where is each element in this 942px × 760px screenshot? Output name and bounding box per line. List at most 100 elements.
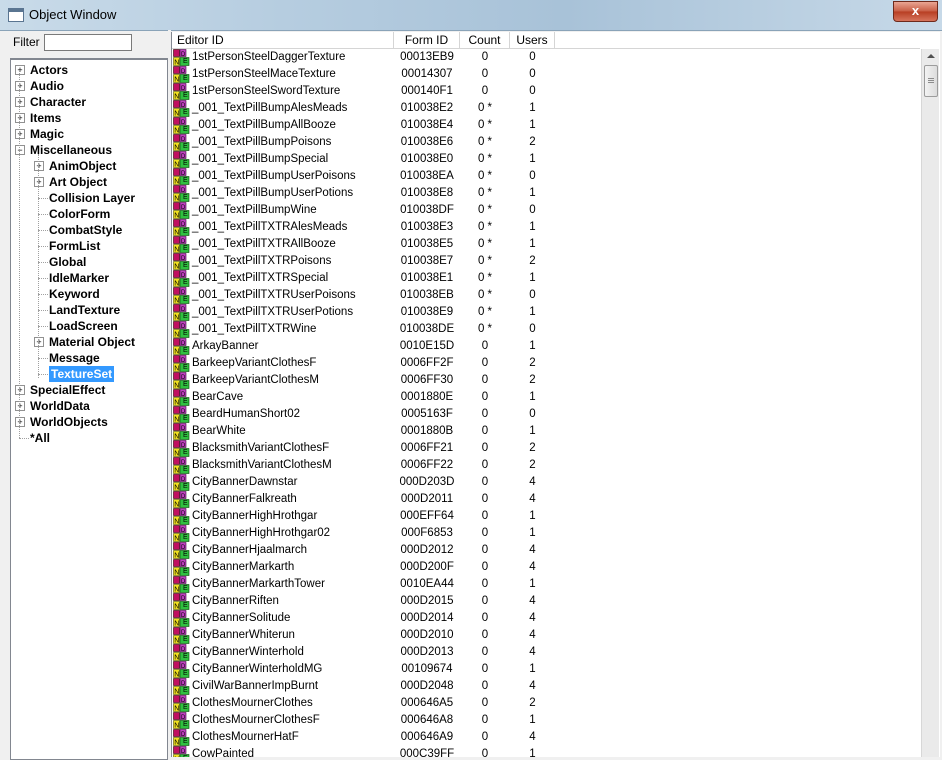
column-header-count[interactable]: Count xyxy=(460,32,510,48)
expand-icon[interactable]: + xyxy=(15,81,25,91)
svg-text:D: D xyxy=(181,409,186,415)
count-cell: 0 xyxy=(481,748,489,757)
users-cell: 4 xyxy=(529,544,536,556)
table-row[interactable]: N E D _001_TextPillBumpPoisons 010038E6 0 * 2 xyxy=(172,134,920,151)
category-tree[interactable]: + Actors + Audio + Character + Items + Magic − Misc… xyxy=(10,58,168,760)
table-row[interactable]: N E D _001_TextPillTXTRUserPoisons 010038EB 0… xyxy=(172,287,920,304)
texture-set-icon: N ED xyxy=(173,627,190,644)
users-cell: 2 xyxy=(529,442,536,454)
count-cell: 0 xyxy=(481,340,489,352)
count-cell: 0 xyxy=(481,510,489,522)
table-row[interactable]: N E D BeardHumanShort02 0005163F 0 0 xyxy=(172,406,920,423)
expand-icon[interactable]: + xyxy=(15,385,25,395)
expand-icon[interactable]: + xyxy=(15,129,25,139)
table-row[interactable]: N E D _001_TextPillTXTRAllBooze 010038E5 0 * 1 xyxy=(172,236,920,253)
collapse-icon[interactable]: − xyxy=(15,145,25,155)
tree-connector xyxy=(38,246,48,247)
table-row[interactable]: N E D CityBannerMarkarthTower 0010EA44 0 1 xyxy=(172,576,920,593)
expand-icon[interactable]: + xyxy=(34,337,44,347)
tree-connector xyxy=(38,230,48,231)
table-row[interactable]: N E D ClothesMournerHatF 000646A9 0 4 xyxy=(172,729,920,746)
table-row[interactable]: N E D _001_TextPillTXTRAlesMeads 010038E3 0 *… xyxy=(172,219,920,236)
svg-text:D: D xyxy=(181,545,186,551)
expand-icon[interactable]: + xyxy=(34,177,44,187)
table-row[interactable]: N E D BlacksmithVariantClothesM 0006FF22 0 2 xyxy=(172,457,920,474)
filter-input[interactable] xyxy=(44,34,132,51)
expand-icon[interactable]: + xyxy=(15,65,25,75)
table-row[interactable]: N E D ArkayBanner 0010E15D 0 1 xyxy=(172,338,920,355)
scroll-up-arrow-icon[interactable] xyxy=(927,54,935,58)
table-row[interactable]: N E D _001_TextPillBumpAlesMeads 010038E2 0 *… xyxy=(172,100,920,117)
svg-text:D: D xyxy=(181,630,186,636)
table-row[interactable]: N E D CityBannerWinterhold 000D2013 0 4 xyxy=(172,644,920,661)
users-cell: 1 xyxy=(529,238,536,250)
users-cell: 4 xyxy=(529,629,536,641)
expand-icon[interactable]: + xyxy=(15,401,25,411)
count-cell: 0 xyxy=(481,425,489,437)
count-cell: 0 xyxy=(481,561,489,573)
table-row[interactable]: N E D _001_TextPillTXTRSpecial 010038E1 0 * 1 xyxy=(172,270,920,287)
expand-icon[interactable]: + xyxy=(15,417,25,427)
table-row[interactable]: N E D CityBannerWinterholdMG 00109674 0 1 xyxy=(172,661,920,678)
svg-text:D: D xyxy=(181,103,186,109)
table-row[interactable]: N E D 1stPersonSteelSwordTexture 000140F1 0 0 xyxy=(172,83,920,100)
users-cell: 1 xyxy=(529,306,536,318)
table-row[interactable]: N E D CityBannerWhiterun 000D2010 0 4 xyxy=(172,627,920,644)
tree-item-label: IdleMarker xyxy=(49,271,110,285)
table-row[interactable]: N E D 1stPersonSteelDaggerTexture 00013EB9 0 0 xyxy=(172,49,920,66)
texture-set-icon: N ED xyxy=(173,151,190,168)
count-cell: 0 xyxy=(481,357,489,369)
table-row[interactable]: N E D _001_TextPillBumpUserPoisons 010038EA 0… xyxy=(172,168,920,185)
table-row[interactable]: N E D CityBannerFalkreath 000D2011 0 4 xyxy=(172,491,920,508)
tree-item-label: Collision Layer xyxy=(49,191,136,205)
vertical-scrollbar[interactable] xyxy=(921,49,939,757)
close-button[interactable]: x xyxy=(893,1,938,22)
count-cell: 0 * xyxy=(477,119,493,131)
svg-text:D: D xyxy=(181,647,186,653)
table-row[interactable]: N E D CivilWarBannerImpBurnt 000D2048 0 4 xyxy=(172,678,920,695)
table-row[interactable]: N E D ClothesMournerClothesF 000646A8 0 1 xyxy=(172,712,920,729)
table-row[interactable]: N E D CityBannerHighHrothgar 000EFF64 0 1 xyxy=(172,508,920,525)
table-row[interactable]: N E D _001_TextPillTXTRWine 010038DE 0 * 0 xyxy=(172,321,920,338)
table-row[interactable]: N E D CowPainted 000C39FF 0 1 xyxy=(172,746,920,757)
table-row[interactable]: N E D _001_TextPillTXTRPoisons 010038E7 0 * 2 xyxy=(172,253,920,270)
editor-id-cell: CowPainted xyxy=(192,748,255,757)
expand-icon[interactable]: + xyxy=(15,97,25,107)
table-row[interactable]: N E D BearCave 0001880E 0 1 xyxy=(172,389,920,406)
table-row[interactable]: N E D _001_TextPillBumpAllBooze 010038E4 0 * 1 xyxy=(172,117,920,134)
table-row[interactable]: N E D ClothesMournerClothes 000646A5 0 2 xyxy=(172,695,920,712)
users-cell: 0 xyxy=(529,408,536,420)
table-row[interactable]: N E D CityBannerDawnstar 000D203D 0 4 xyxy=(172,474,920,491)
svg-text:E: E xyxy=(183,551,188,558)
table-row[interactable]: N E D 1stPersonSteelMaceTexture 00014307 0 0 xyxy=(172,66,920,83)
texture-set-icon: N ED xyxy=(173,202,190,219)
svg-text:D: D xyxy=(181,358,186,364)
table-row[interactable]: N E D BearWhite 0001880B 0 1 xyxy=(172,423,920,440)
table-row[interactable]: N E D CityBannerHjaalmarch 000D2012 0 4 xyxy=(172,542,920,559)
table-row[interactable]: N E D _001_TextPillTXTRUserPotions 010038E9 0… xyxy=(172,304,920,321)
table-row[interactable]: N E D _001_TextPillBumpSpecial 010038E0 0 * 1 xyxy=(172,151,920,168)
table-row[interactable]: N E D _001_TextPillBumpUserPotions 010038E8 0… xyxy=(172,185,920,202)
object-list[interactable]: Editor ID Form ID Count Users N E D 1stPers… xyxy=(171,32,940,757)
table-row[interactable]: N E D BarkeepVariantClothesM 0006FF30 0 2 xyxy=(172,372,920,389)
column-header-form-id[interactable]: Form ID xyxy=(394,32,460,48)
editor-id-cell: _001_TextPillBumpUserPoisons xyxy=(192,170,356,182)
table-row[interactable]: N E D CityBannerHighHrothgar02 000F6853 0 1 xyxy=(172,525,920,542)
table-row[interactable]: N E D BarkeepVariantClothesF 0006FF2F 0 2 xyxy=(172,355,920,372)
tree-item-label: Keyword xyxy=(49,287,100,301)
expand-icon[interactable]: + xyxy=(15,113,25,123)
scrollbar-thumb[interactable] xyxy=(924,65,938,97)
svg-text:E: E xyxy=(183,364,188,371)
users-cell: 0 xyxy=(529,68,536,80)
column-header-users[interactable]: Users xyxy=(510,32,555,48)
table-row[interactable]: N E D CityBannerMarkarth 000D200F 0 4 xyxy=(172,559,920,576)
expand-icon[interactable]: + xyxy=(34,161,44,171)
table-row[interactable]: N E D CityBannerRiften 000D2015 0 4 xyxy=(172,593,920,610)
users-cell: 1 xyxy=(529,272,536,284)
table-row[interactable]: N E D _001_TextPillBumpWine 010038DF 0 * 0 xyxy=(172,202,920,219)
tree-item-label: Global xyxy=(49,255,87,269)
column-header-editor-id[interactable]: Editor ID xyxy=(172,32,394,48)
table-row[interactable]: N E D BlacksmithVariantClothesF 0006FF21 0 2 xyxy=(172,440,920,457)
table-row[interactable]: N E D CityBannerSolitude 000D2014 0 4 xyxy=(172,610,920,627)
form-id-cell: 000646A9 xyxy=(400,731,454,743)
